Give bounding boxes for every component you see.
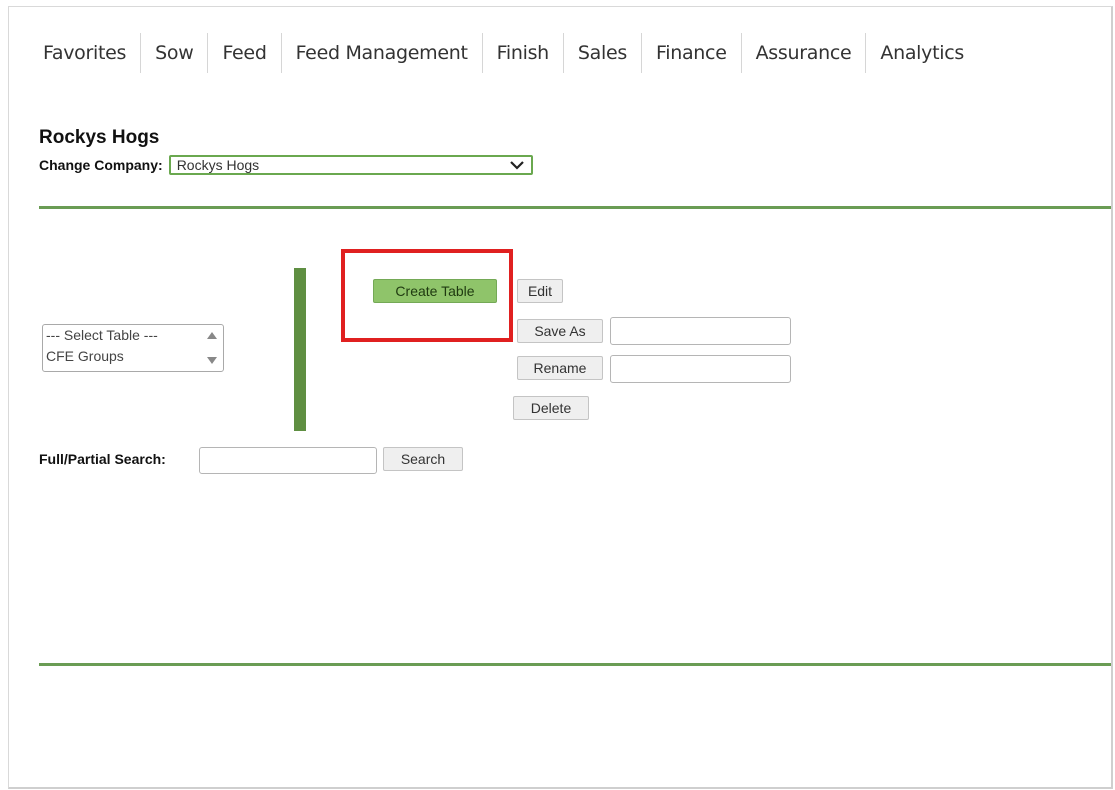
vertical-separator <box>294 268 306 431</box>
tab-feed-management[interactable]: Feed Management <box>280 33 482 73</box>
table-option[interactable]: CFE Groups <box>43 346 223 367</box>
rename-name-input[interactable] <box>610 355 791 383</box>
delete-button[interactable]: Delete <box>513 396 589 420</box>
table-select-list[interactable]: --- Select Table --- CFE Groups <box>42 324 224 372</box>
tab-finish[interactable]: Finish <box>481 33 563 73</box>
tab-finance[interactable]: Finance <box>641 33 741 73</box>
company-select[interactable]: Rockys Hogs <box>168 155 533 175</box>
company-title: Rockys Hogs <box>39 127 160 148</box>
divider-top <box>39 206 1111 209</box>
app-frame: Favorites Sow Feed Feed Management Finis… <box>8 6 1113 789</box>
table-option[interactable]: --- Select Table --- <box>43 325 223 346</box>
save-as-button[interactable]: Save As <box>517 319 603 343</box>
change-company-row: Change Company: Rockys Hogs <box>39 155 533 175</box>
chevron-down-icon <box>509 161 524 170</box>
tab-sales[interactable]: Sales <box>562 33 641 73</box>
company-select-value: Rockys Hogs <box>176 157 260 173</box>
search-input[interactable] <box>199 447 377 474</box>
change-company-label: Change Company: <box>39 157 163 173</box>
save-as-name-input[interactable] <box>610 317 791 345</box>
list-scroll-arrows-icon[interactable] <box>205 327 219 369</box>
divider-bottom <box>39 663 1111 666</box>
edit-button[interactable]: Edit <box>517 279 563 303</box>
top-nav: Favorites Sow Feed Feed Management Finis… <box>31 33 978 73</box>
tab-favorites[interactable]: Favorites <box>31 33 140 73</box>
tab-sow[interactable]: Sow <box>140 33 207 73</box>
tab-analytics[interactable]: Analytics <box>865 33 978 73</box>
tab-feed[interactable]: Feed <box>207 33 280 73</box>
highlight-box <box>341 249 513 342</box>
tab-assurance[interactable]: Assurance <box>740 33 866 73</box>
search-label: Full/Partial Search: <box>39 451 166 467</box>
rename-button[interactable]: Rename <box>517 356 603 380</box>
search-button[interactable]: Search <box>383 447 463 471</box>
